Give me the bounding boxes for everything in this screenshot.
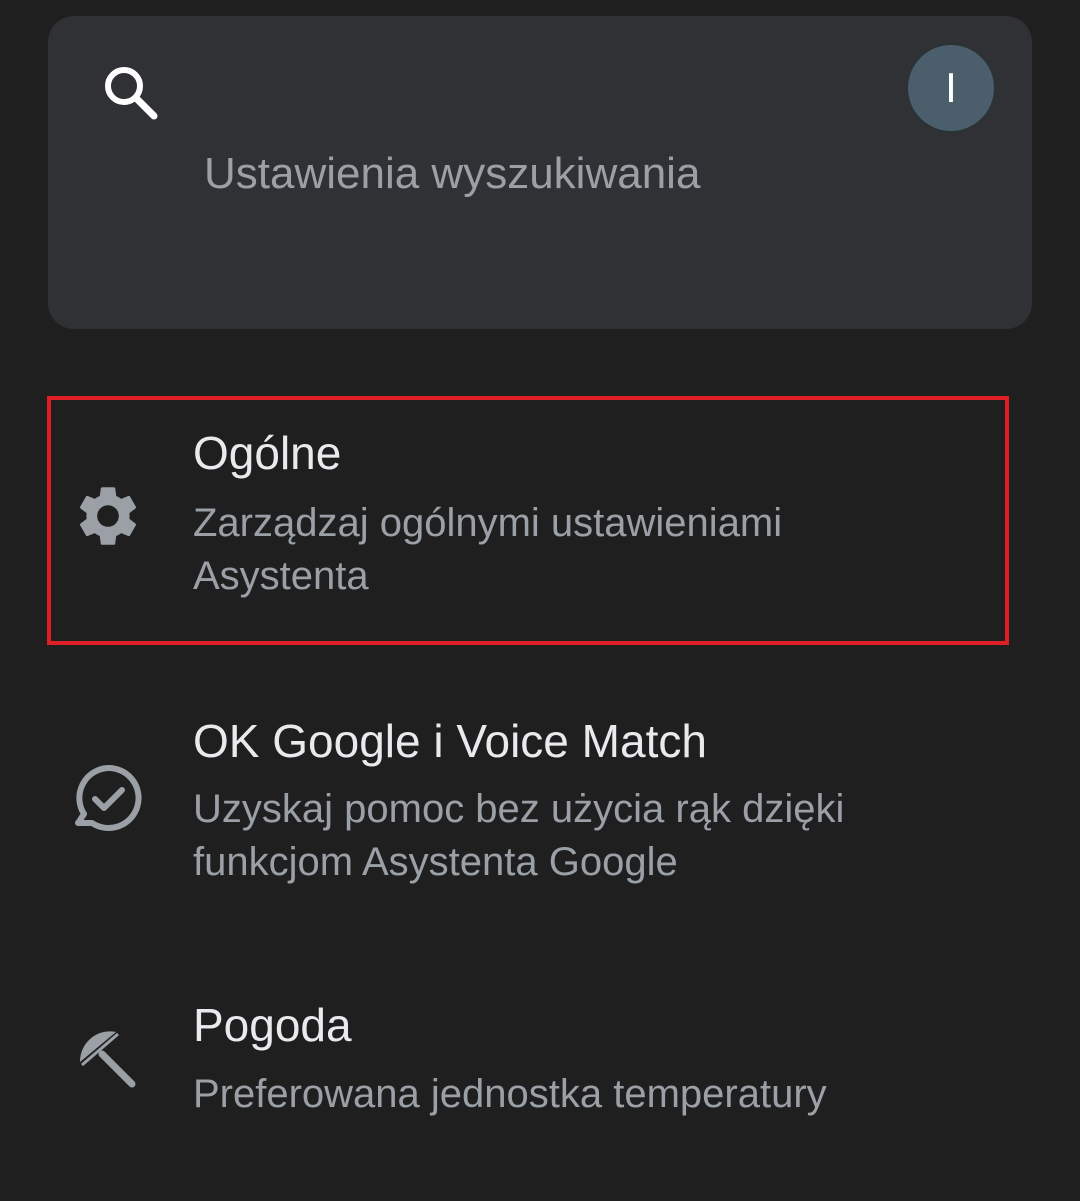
avatar[interactable]: I [906,43,996,133]
voice-match-icon [75,764,142,831]
umbrella-icon [79,1031,136,1088]
search-icon[interactable] [100,62,162,124]
settings-item-title: OK Google i Voice Match [193,715,707,767]
settings-item-title: Pogoda [193,999,352,1051]
settings-item-subtitle: Preferowana jednostka temperatury [193,1072,827,1116]
settings-item-subtitle: Uzyskaj pomoc bez użycia rąk dzięki funk… [193,787,845,884]
settings-item-weather[interactable]: Pogoda Preferowana jednostka temperatury [0,980,1080,1160]
highlight-box [47,396,1009,645]
settings-item-voice-match[interactable]: OK Google i Voice Match Uzyskaj pomoc be… [0,690,1080,920]
search-placeholder[interactable]: Ustawienia wyszukiwania [204,146,700,202]
